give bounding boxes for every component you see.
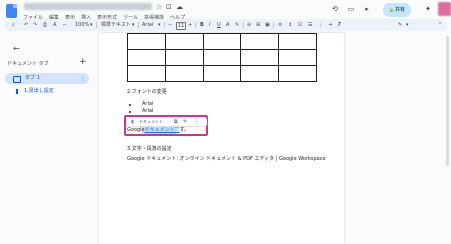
toolbar-divider — [164, 22, 165, 28]
toolbar-divider — [96, 22, 97, 28]
table-cell[interactable] — [127, 49, 166, 66]
print-icon[interactable]: ⎙ — [43, 20, 47, 30]
checklist-icon[interactable]: ☑ — [298, 20, 302, 30]
zoom-select[interactable]: 100% — [75, 20, 89, 30]
font-dropdown-icon[interactable]: ▾ — [158, 20, 161, 30]
bullet-dot — [129, 104, 131, 106]
table-cell[interactable] — [127, 33, 166, 50]
section3-heading[interactable]: 3.文字・段落の設定 — [127, 146, 172, 153]
mode-dropdown-icon[interactable]: ▾ — [406, 20, 409, 30]
copy-link-icon[interactable]: ⧉ — [174, 118, 178, 126]
outline-item-heading1[interactable]: 1.見出し設定 — [24, 88, 54, 95]
link-chip-label[interactable]: ドキュメント — [139, 118, 163, 126]
edit-mode-icon[interactable]: ✎ — [398, 20, 402, 30]
paint-format-icon[interactable]: ⌐ — [63, 20, 67, 30]
document-table[interactable] — [127, 33, 317, 82]
table-cell[interactable] — [164, 65, 204, 82]
avatar[interactable] — [438, 2, 451, 16]
table-cell[interactable] — [278, 65, 317, 82]
table-cell[interactable] — [202, 49, 242, 66]
toolbar-divider — [138, 22, 139, 28]
doc-link[interactable]: ドキュメントで — [145, 127, 180, 133]
style-dropdown-icon[interactable]: ▾ — [132, 20, 135, 30]
hide-menus-icon[interactable]: ⌃ — [438, 20, 442, 30]
docs-chip-icon: ▮ — [131, 119, 134, 125]
share-button[interactable]: 共有 — [383, 3, 411, 17]
line-spacing-icon[interactable]: ↕ — [288, 20, 292, 30]
edit-link-icon[interactable]: ✎ — [183, 118, 187, 126]
font-size-input[interactable]: 11 — [176, 22, 187, 30]
bullet-item[interactable]: Arial — [142, 108, 153, 115]
text-color-icon[interactable]: A — [226, 20, 229, 30]
gemini-icon[interactable]: ✦ — [423, 4, 433, 14]
table-cell[interactable] — [202, 65, 242, 82]
underline-icon[interactable]: U — [217, 20, 221, 30]
document-title-redacted[interactable] — [24, 3, 152, 10]
table-cell[interactable] — [240, 33, 280, 50]
bold-icon[interactable]: B — [200, 20, 204, 30]
font-size-increase-button[interactable]: + — [188, 20, 192, 30]
link-line[interactable]: Googleドキュメントです。 — [127, 127, 189, 134]
toolbar-divider — [273, 22, 274, 28]
redo-icon[interactable]: ↷ — [33, 20, 37, 30]
table-cell[interactable] — [202, 33, 242, 50]
numbered-list-icon[interactable]: ⋮ — [318, 20, 323, 30]
table-cell[interactable] — [240, 49, 280, 66]
docs-logo[interactable] — [6, 4, 17, 18]
zoom-dropdown-icon[interactable]: ▾ — [90, 20, 93, 30]
table-cell[interactable] — [278, 49, 317, 66]
meet-icon[interactable]: ▸ — [362, 4, 372, 14]
sidebar-item-label: タブ 1 — [25, 75, 40, 81]
toolbar-divider — [243, 22, 244, 28]
highlight-icon[interactable]: ✎ — [235, 20, 239, 30]
add-tab-button[interactable]: + — [79, 58, 87, 67]
section2-heading[interactable]: 2.フォントの変更 — [127, 89, 167, 96]
outline-marker — [16, 89, 18, 94]
add-comment-icon[interactable]: ⊞ — [256, 20, 260, 30]
indent-icon[interactable]: ⇥ — [328, 20, 332, 30]
font-select[interactable]: Arial — [142, 20, 153, 30]
bullet-item[interactable]: Arial — [142, 101, 153, 108]
tab-icon — [13, 76, 21, 83]
document-tabs-heading: ドキュメント タブ — [7, 61, 49, 67]
bullet-dot — [129, 111, 131, 113]
cloud-saved-icon[interactable]: ☁ — [176, 3, 183, 11]
image-icon[interactable]: ▣ — [265, 20, 270, 30]
arrow-left-icon[interactable]: ← — [13, 44, 20, 53]
history-icon[interactable]: ⟲ — [330, 4, 340, 14]
table-cell[interactable] — [240, 65, 280, 82]
more-options-icon[interactable]: ⋮ — [80, 74, 86, 83]
link-line-suffix: す。 — [179, 127, 190, 133]
spellcheck-icon[interactable]: A — [53, 20, 56, 30]
table-cell[interactable] — [164, 33, 204, 50]
table-cell[interactable] — [127, 65, 166, 82]
bulleted-list-icon[interactable]: ☰ — [308, 20, 312, 30]
table-cell[interactable] — [164, 49, 204, 66]
font-size-decrease-button[interactable]: − — [168, 20, 172, 30]
link-icon[interactable]: ⊖ — [247, 20, 251, 30]
link-line-prefix: Google — [127, 127, 145, 133]
comment-icon[interactable]: ▭ — [346, 4, 356, 14]
table-cell[interactable] — [278, 33, 317, 50]
style-select[interactable]: 標準テキスト — [101, 20, 131, 30]
italic-icon[interactable]: I — [209, 20, 210, 30]
vertical-scrollbar[interactable] — [446, 36, 449, 166]
more-options-icon[interactable]: ⋮ — [194, 118, 199, 126]
star-icon[interactable]: ☆ — [156, 3, 162, 11]
align-icon[interactable]: ≡ — [278, 20, 282, 30]
undo-icon[interactable]: ↶ — [24, 20, 28, 30]
link-title-text[interactable]: Google ドキュメント: オンライン ドキュメント & PDF エディタ |… — [127, 156, 326, 163]
toolbar-divider — [195, 22, 196, 28]
clear-format-icon[interactable]: T̸ — [338, 20, 341, 30]
search-menus-icon[interactable]: ⌕ — [12, 20, 15, 30]
move-folder-icon[interactable]: ⊡ — [166, 3, 172, 11]
